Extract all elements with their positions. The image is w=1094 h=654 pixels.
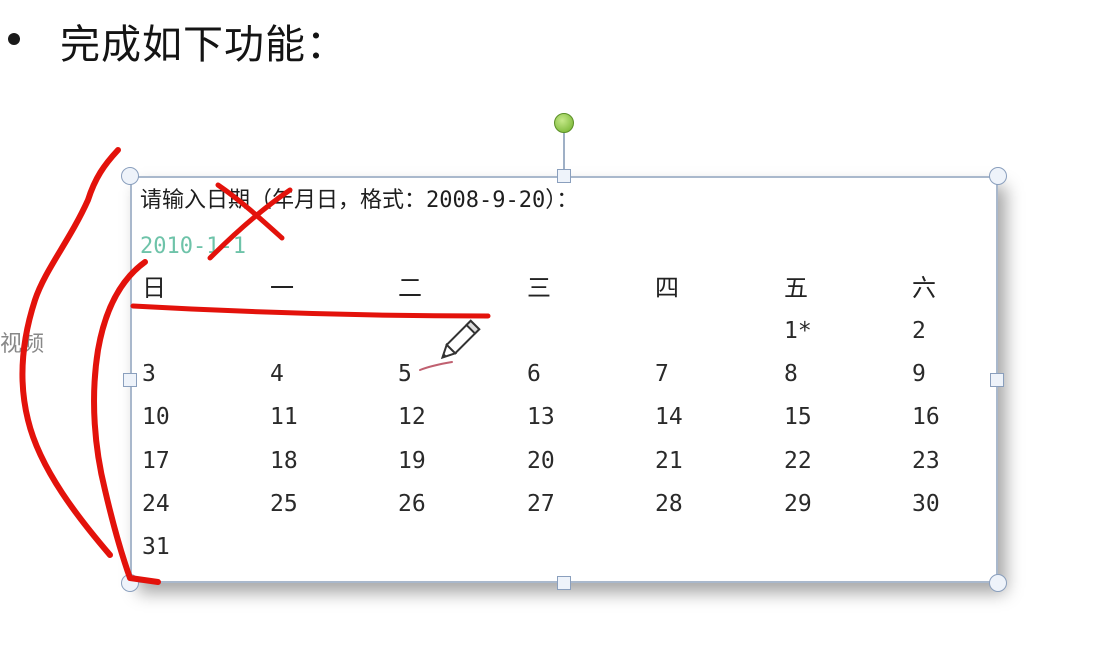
weekday-header: 日: [142, 274, 166, 302]
weekday-header: 一: [270, 274, 294, 302]
calendar-day: 31: [142, 534, 170, 560]
slide-title: 完成如下功能：: [60, 22, 347, 68]
calendar-day: 2: [912, 318, 926, 344]
resize-handle-left[interactable]: [123, 373, 137, 387]
weekday-header: 五: [784, 274, 808, 302]
weekday-header: 六: [912, 274, 936, 302]
side-label: 视频: [0, 332, 45, 357]
calendar-day: 29: [784, 490, 812, 517]
resize-handle-top[interactable]: [557, 169, 571, 183]
calendar-day: 28: [655, 490, 683, 517]
weekday-header: 四: [655, 274, 679, 302]
resize-handle-bottom-left[interactable]: [121, 574, 139, 592]
calendar-day: 18: [270, 447, 298, 474]
calendar-day: 24: [142, 490, 170, 517]
console-screenshot-image[interactable]: 请输入日期（年月日，格式：2008-9-20）： 2010-1-1 日 一 二 三 四 五…: [130, 176, 998, 583]
calendar-day: 22: [784, 447, 812, 474]
resize-handle-bottom[interactable]: [557, 576, 571, 590]
resize-handle-top-right[interactable]: [989, 167, 1007, 185]
calendar-day: 6: [527, 361, 541, 388]
calendar-day: 21: [655, 447, 683, 474]
date-prompt: 请输入日期（年月日，格式：2008-9-20）：: [140, 188, 579, 213]
calendar-day: 20: [527, 447, 555, 474]
calendar-day: 13: [527, 404, 555, 431]
calendar-day: 9: [912, 361, 926, 388]
calendar-day: 7: [655, 361, 669, 388]
calendar-day: 19: [398, 447, 426, 474]
calendar-day: 23: [912, 447, 940, 474]
calendar-day: 15: [784, 404, 812, 431]
calendar-day: 4: [270, 361, 284, 388]
calendar-day: 1*: [784, 318, 812, 344]
resize-handle-bottom-right[interactable]: [989, 574, 1007, 592]
calendar-day: 14: [655, 404, 683, 431]
calendar-day: 27: [527, 490, 555, 517]
calendar-day: 3: [142, 361, 156, 388]
calendar-day: 30: [912, 490, 940, 517]
weekday-header: 三: [527, 274, 551, 302]
resize-handle-right[interactable]: [990, 373, 1004, 387]
calendar-day: 11: [270, 404, 298, 431]
date-input-value: 2010-1-1: [140, 234, 246, 259]
weekday-header: 二: [398, 274, 422, 302]
resize-handle-top-left[interactable]: [121, 167, 139, 185]
calendar-day: 17: [142, 447, 170, 474]
calendar-day: 26: [398, 490, 426, 517]
calendar-day: 10: [142, 404, 170, 431]
rotate-handle-icon[interactable]: [554, 113, 574, 133]
calendar-day: 25: [270, 490, 298, 517]
rotate-stem: [563, 133, 565, 169]
calendar-day: 8: [784, 361, 798, 388]
calendar-day: 16: [912, 404, 940, 431]
pencil-cursor-icon: [440, 319, 481, 360]
bullet-icon: [8, 33, 20, 45]
calendar-day: 12: [398, 404, 426, 431]
